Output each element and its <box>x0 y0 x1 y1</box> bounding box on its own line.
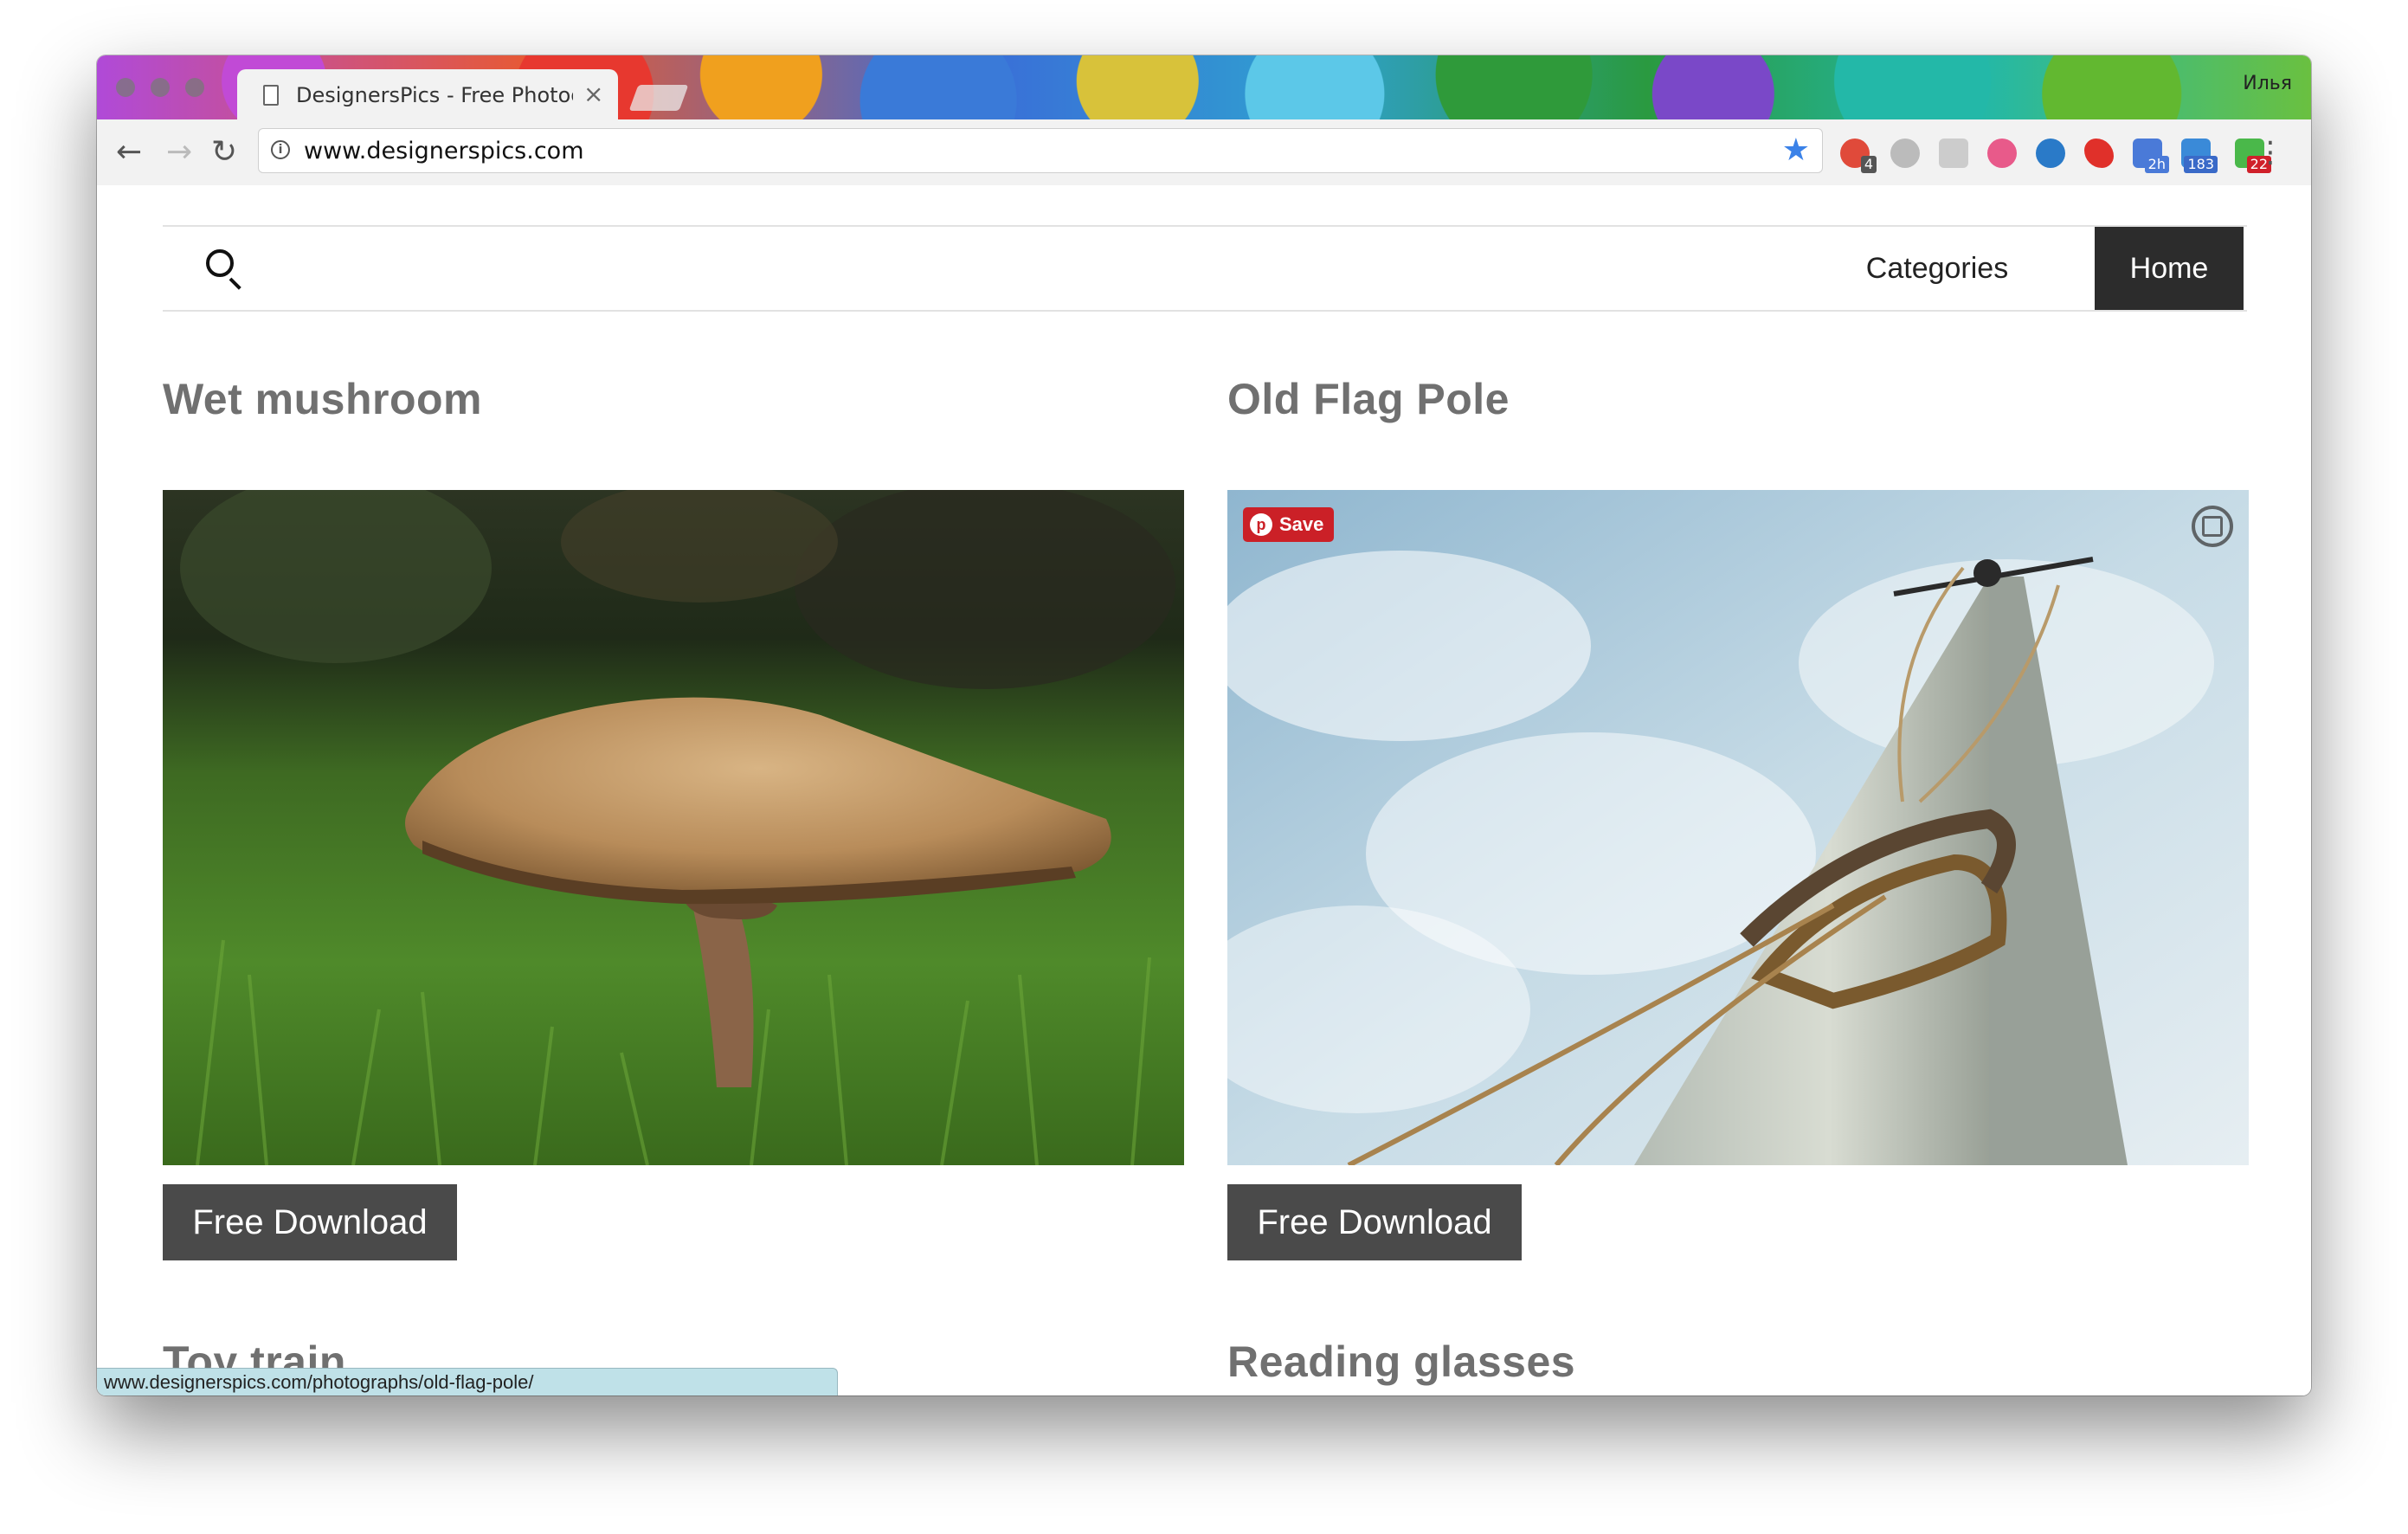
page-icon <box>263 85 279 106</box>
globe-extension-icon[interactable] <box>1890 139 1920 168</box>
zoom-window-button[interactable] <box>185 78 204 97</box>
nav-categories[interactable]: Categories <box>1825 227 2050 310</box>
ld-extension-icon[interactable] <box>1939 139 1968 168</box>
extension-badge: 4 <box>1860 156 1877 173</box>
card-title[interactable]: Old Flag Pole <box>1227 374 1510 424</box>
close-tab-icon[interactable]: × <box>583 80 603 108</box>
pin-save-label: Save <box>1279 513 1324 535</box>
old-flag-pole-photo[interactable]: p Save <box>1227 490 2249 1165</box>
free-download-button[interactable]: Free Download <box>163 1184 457 1260</box>
flag-pole-image <box>1227 490 2249 1165</box>
pinterest-save-button[interactable]: p Save <box>1243 507 1335 542</box>
pinterest-icon: p <box>1250 513 1272 536</box>
card-title[interactable]: Reading glasses <box>1227 1337 1575 1387</box>
calendar-extension-icon[interactable]: 2h <box>2133 139 2169 173</box>
browser-toolbar: ← → ↻ i www.designerspics.com ★ 4 2h 183… <box>97 119 2311 186</box>
page-content: Categories Home Wet mushroom Free Downlo… <box>97 185 2311 1395</box>
url-text[interactable]: www.designerspics.com <box>304 138 584 164</box>
site-nav: Categories Home <box>163 227 2247 310</box>
telegram-extension-icon[interactable] <box>2036 139 2065 168</box>
extension-badge: 183 <box>2184 156 2218 173</box>
close-window-button[interactable] <box>116 78 135 97</box>
bookmark-star-icon[interactable]: ★ <box>1782 132 1810 168</box>
divider <box>163 310 2247 312</box>
minimize-window-button[interactable] <box>151 78 170 97</box>
browser-window: DesignersPics - Free Photogra × Илья ← →… <box>97 55 2311 1395</box>
extension-badge: 2h <box>2144 156 2169 173</box>
info-icon[interactable]: i <box>271 140 290 159</box>
address-bar[interactable]: i www.designerspics.com ★ <box>258 128 1823 173</box>
nav-home[interactable]: Home <box>2095 227 2244 310</box>
expand-icon[interactable] <box>2192 506 2233 547</box>
wet-mushroom-photo[interactable] <box>163 490 1184 1165</box>
back-arrow-icon[interactable]: ← <box>116 135 142 170</box>
card-title[interactable]: Wet mushroom <box>163 374 482 424</box>
stats-extension-icon[interactable]: 183 <box>2181 139 2218 173</box>
free-download-button[interactable]: Free Download <box>1227 1184 1522 1260</box>
colorful-extension-icon[interactable] <box>1987 139 2017 168</box>
reload-icon[interactable]: ↻ <box>211 135 237 170</box>
new-tab-button[interactable] <box>628 85 689 111</box>
tab-strip: DesignersPics - Free Photogra × Илья <box>97 55 2311 119</box>
tab-title: DesignersPics - Free Photogra <box>296 83 573 107</box>
pepper-extension-icon[interactable] <box>2084 139 2114 168</box>
search-icon[interactable] <box>163 227 275 310</box>
forward-arrow-icon[interactable]: → <box>166 135 192 170</box>
menu-kebab-icon[interactable]: ⋮ <box>2256 135 2285 170</box>
extension-red-icon[interactable]: 4 <box>1840 139 1877 173</box>
profile-name[interactable]: Илья <box>2243 73 2292 94</box>
status-bar-url: www.designerspics.com/photographs/old-fl… <box>97 1368 838 1395</box>
mushroom-image <box>163 490 1184 1165</box>
browser-tab[interactable]: DesignersPics - Free Photogra × <box>237 69 618 119</box>
